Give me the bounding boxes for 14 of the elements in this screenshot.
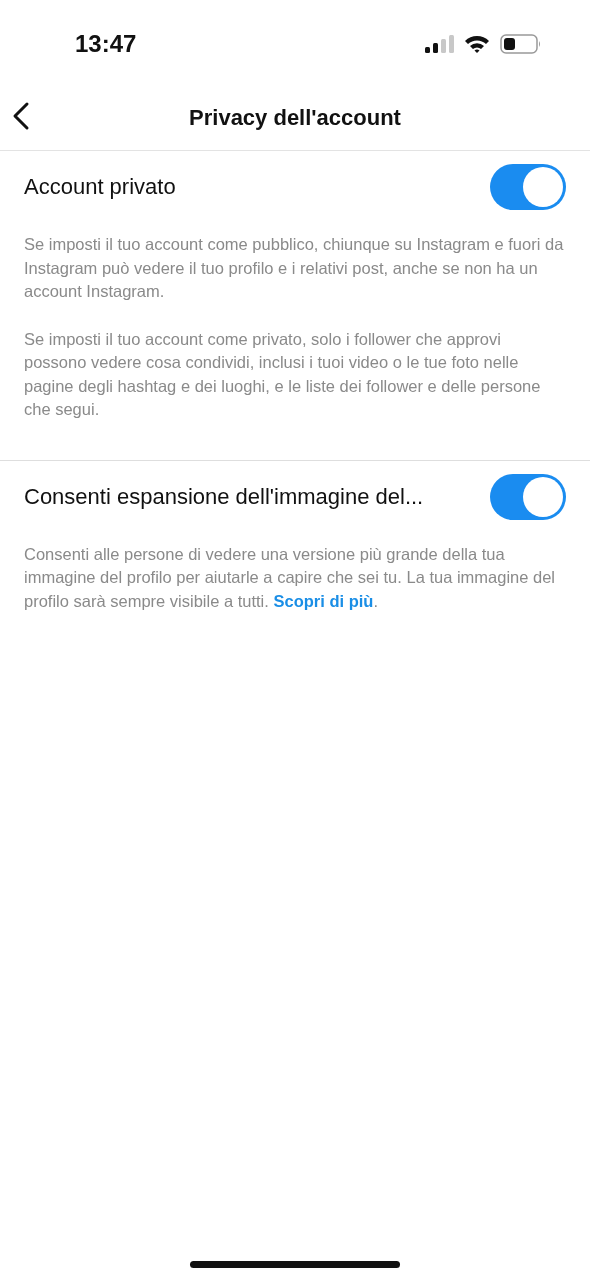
toggle-switch[interactable] bbox=[490, 164, 566, 210]
learn-more-link[interactable]: Scopri di più bbox=[273, 591, 374, 610]
description-text: Se imposti il tuo account come privato, solo i follower che approvi possono vedere cosa condividi, inclusi i tuoi video o le tue foto nelle pagine degli hashtag e dei luoghi, e le liste dei follower e delle persone che segui. bbox=[24, 328, 542, 420]
battery-icon bbox=[500, 33, 542, 55]
setting-label: Consenti espansione dell'immagine del... bbox=[24, 483, 424, 510]
signal-icon bbox=[424, 34, 454, 54]
page-title: Privacy dell'account bbox=[189, 105, 401, 131]
back-button[interactable] bbox=[12, 101, 30, 131]
toggle-switch[interactable] bbox=[490, 473, 566, 520]
description-text: Consenti alle persone di vedere una versione più grande della tua immagine del profilo per aiutarle a capire che sei tu. La tua immagine del profilo sarà sempre visibile a tutti. Scopri di più. bbox=[24, 543, 557, 612]
status-time: 13:47 bbox=[75, 30, 137, 58]
description-text: Se imposti il tuo account come pubblico, chiunque su Instagram e fuori da Instagram può vedere il tuo profilo e i relativi post, anche se non ha un account Instagram. bbox=[24, 234, 565, 302]
setting-label: Account privato bbox=[24, 174, 176, 200]
wifi-icon bbox=[464, 34, 490, 54]
